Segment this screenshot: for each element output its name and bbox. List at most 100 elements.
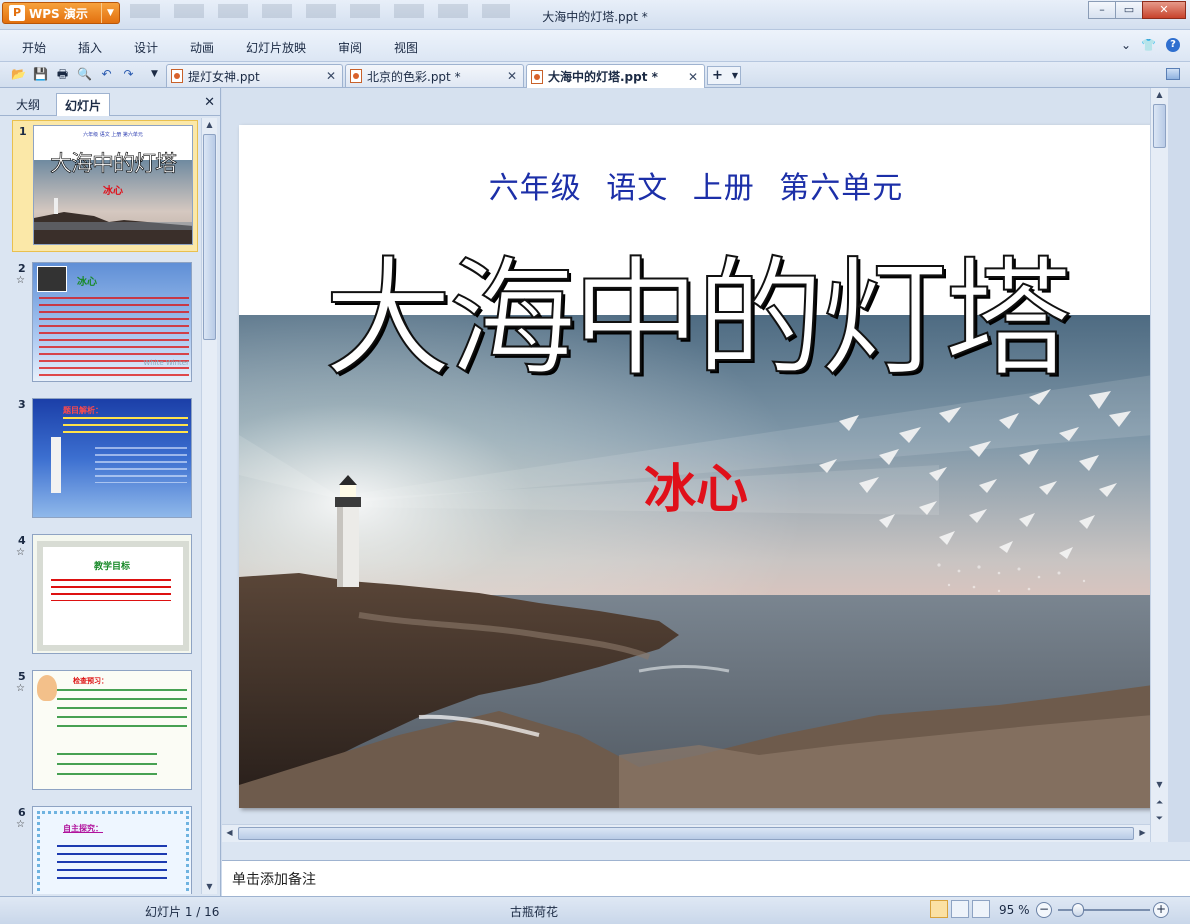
- print-preview-icon[interactable]: 🔍: [76, 66, 93, 83]
- tab-dahai[interactable]: 大海中的灯塔.ppt * ✕: [526, 64, 705, 88]
- slides-panel: 大纲 幻灯片 ✕ 1 六年级 语文 上册 第六单元 大海中的灯塔 冰心 2 ☆ …: [0, 88, 221, 896]
- new-tab-button[interactable]: + ▼: [707, 66, 741, 85]
- thumbnail-row[interactable]: 5 ☆ 检查预习：: [0, 666, 200, 798]
- print-icon[interactable]: 🖶: [54, 66, 71, 83]
- ppt-file-icon: [171, 69, 183, 83]
- slide-title[interactable]: 大海中的灯塔: [239, 248, 1153, 391]
- thumbnail-number: 2: [18, 262, 26, 275]
- thumbnail-number: 3: [18, 398, 26, 411]
- scroll-left-icon[interactable]: ◀: [222, 826, 237, 840]
- zoom-slider-thumb[interactable]: [1072, 903, 1084, 917]
- scrollbar-thumb[interactable]: [1153, 104, 1166, 148]
- slide-vertical-scrollbar[interactable]: ▲ ▼ ⏶ ⏷: [1150, 88, 1168, 842]
- help-icon[interactable]: ?: [1166, 38, 1180, 52]
- menu-home[interactable]: 开始: [22, 39, 46, 56]
- menu-animation[interactable]: 动画: [190, 39, 214, 56]
- thumbnail-title: 自主探究：: [63, 824, 103, 833]
- close-button[interactable]: ✕: [1142, 1, 1186, 19]
- slide-header-text[interactable]: 六年级 语文 上册 第六单元: [239, 163, 1153, 207]
- current-slide[interactable]: 六年级 语文 上册 第六单元 大海中的灯塔 冰心: [239, 125, 1153, 808]
- chevron-down-icon[interactable]: ▼: [732, 67, 738, 84]
- thumbnail-row[interactable]: 3 题目解析：: [0, 394, 200, 526]
- tab-slides[interactable]: 幻灯片: [56, 93, 111, 116]
- theme-name[interactable]: 古瓶荷花: [510, 903, 558, 920]
- thumbnail-number: 1: [19, 125, 27, 138]
- author-photo: [37, 266, 67, 292]
- animation-star-icon: ☆: [16, 547, 25, 558]
- menu-slideshow[interactable]: 幻灯片放映: [246, 39, 306, 56]
- thumbnail-row[interactable]: 6 ☆ 自主探究：: [0, 802, 200, 894]
- zoom-in-button[interactable]: +: [1153, 902, 1169, 918]
- redo-icon[interactable]: ↷: [120, 66, 137, 83]
- thumbnail-slide-4[interactable]: 教学目标: [32, 534, 192, 654]
- thumbnail-row[interactable]: 2 ☆ 冰心 White Winter: [0, 258, 200, 390]
- thumbnail-text-lines: [51, 579, 171, 601]
- minimize-button[interactable]: –: [1088, 1, 1116, 19]
- collapse-ribbon-icon[interactable]: ⌄: [1121, 38, 1131, 52]
- thumbnail-slide-5[interactable]: 检查预习：: [32, 670, 192, 790]
- restore-button[interactable]: ▭: [1115, 1, 1143, 19]
- scroll-up-icon[interactable]: ▲: [1152, 88, 1167, 102]
- scrollbar-thumb[interactable]: [238, 827, 1134, 840]
- lighthouse-shape: [51, 437, 61, 493]
- scrollbar-thumb[interactable]: [203, 134, 216, 340]
- thumbnail-number: 4: [18, 534, 26, 547]
- cartoon-figure: [37, 675, 57, 701]
- ppt-file-icon: [531, 69, 543, 84]
- thumbnail-list: 1 六年级 语文 上册 第六单元 大海中的灯塔 冰心 2 ☆ 冰心 White …: [0, 118, 200, 894]
- open-folder-icon[interactable]: 📂: [10, 66, 27, 83]
- next-slide-icon[interactable]: ⏷: [1152, 812, 1167, 826]
- skin-shirt-icon[interactable]: 👕: [1141, 38, 1156, 52]
- thumbnail-row[interactable]: 4 ☆ 教学目标: [0, 530, 200, 662]
- save-icon[interactable]: 💾: [32, 66, 49, 83]
- menu-right-tools: ⌄ 👕 ?: [1121, 38, 1180, 52]
- slideshow-view-button[interactable]: [972, 900, 990, 918]
- zoom-level[interactable]: 95 %: [999, 903, 1030, 917]
- undo-icon[interactable]: ↶: [98, 66, 115, 83]
- tab-label: 大海中的灯塔.ppt *: [548, 70, 658, 84]
- thumbnail-title: 大海中的灯塔: [49, 152, 178, 178]
- tab-label: 提灯女神.ppt: [188, 69, 260, 84]
- zoom-out-button[interactable]: −: [1036, 902, 1052, 918]
- animation-star-icon: ☆: [16, 683, 25, 694]
- thumbnail-title: 检查预习：: [73, 677, 108, 685]
- window-layout-icon[interactable]: [1166, 68, 1180, 80]
- tab-beijing[interactable]: 北京的色彩.ppt * ✕: [345, 64, 524, 87]
- thumbnail-row[interactable]: 1 六年级 语文 上册 第六单元 大海中的灯塔 冰心: [12, 120, 198, 252]
- ppt-file-icon: [350, 69, 362, 83]
- menu-design[interactable]: 设计: [134, 39, 158, 56]
- normal-view-button[interactable]: [930, 900, 948, 918]
- scroll-right-icon[interactable]: ▶: [1135, 826, 1150, 840]
- thumbnail-slide-1[interactable]: 六年级 语文 上册 第六单元 大海中的灯塔 冰心: [33, 125, 193, 245]
- close-tab-icon[interactable]: ✕: [688, 70, 698, 84]
- tab-outline[interactable]: 大纲: [8, 93, 48, 116]
- thumbnail-slide-3[interactable]: 题目解析：: [32, 398, 192, 518]
- customize-toolbar-icon[interactable]: ▼: [146, 66, 163, 83]
- slide-sorter-view-button[interactable]: [951, 900, 969, 918]
- slide-author[interactable]: 冰心: [239, 447, 1153, 522]
- scroll-down-icon[interactable]: ▼: [202, 880, 217, 894]
- panel-tabs: 大纲 幻灯片 ✕: [0, 88, 221, 116]
- previous-slide-icon[interactable]: ⏶: [1152, 796, 1167, 810]
- close-tab-icon[interactable]: ✕: [326, 69, 336, 83]
- scroll-down-icon[interactable]: ▼: [1152, 778, 1167, 792]
- tab-tidengnvshen[interactable]: 提灯女神.ppt ✕: [166, 64, 343, 87]
- notes-pane[interactable]: 单击添加备注: [222, 860, 1190, 896]
- menu-view[interactable]: 视图: [394, 39, 418, 56]
- notes-placeholder[interactable]: 单击添加备注: [232, 869, 316, 889]
- thumbnail-number: 6: [18, 806, 26, 819]
- animation-star-icon: ☆: [16, 275, 25, 286]
- slide-horizontal-scrollbar[interactable]: ◀ ▶: [222, 824, 1150, 842]
- thumbnail-watermark: White Winter: [143, 359, 189, 367]
- thumbnail-title: 教学目标: [93, 562, 130, 572]
- menu-insert[interactable]: 插入: [78, 39, 102, 56]
- slide-editor: 六年级 语文 上册 第六单元 大海中的灯塔 冰心 ▲ ▼ ⏶ ⏷ ◀ ▶: [222, 88, 1168, 842]
- thumbnail-scrollbar[interactable]: ▲ ▼: [201, 118, 217, 894]
- thumbnail-slide-2[interactable]: 冰心 White Winter: [32, 262, 192, 382]
- notes-splitter[interactable]: [222, 842, 1190, 860]
- close-panel-icon[interactable]: ✕: [204, 95, 215, 110]
- thumbnail-slide-6[interactable]: 自主探究：: [32, 806, 192, 894]
- menu-review[interactable]: 审阅: [338, 39, 362, 56]
- close-tab-icon[interactable]: ✕: [507, 69, 517, 83]
- scroll-up-icon[interactable]: ▲: [202, 118, 217, 132]
